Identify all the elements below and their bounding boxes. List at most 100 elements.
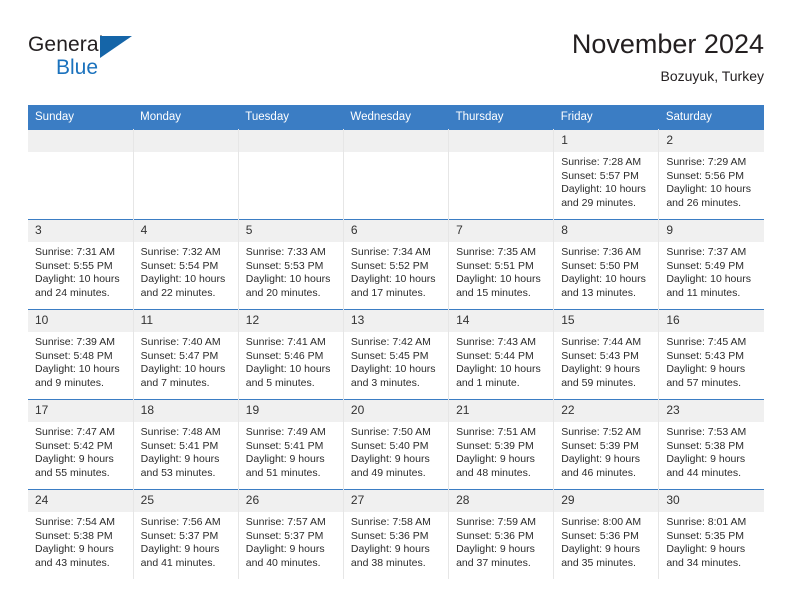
sunrise-text: Sunrise: 7:43 AM (456, 336, 537, 348)
sunset-text: Sunset: 5:37 PM (140, 529, 219, 542)
sunrise-text: Sunrise: 7:35 AM (456, 246, 537, 258)
weekday-header-friday: Friday (553, 105, 659, 130)
calendar-day-cell[interactable]: 5 Sunrise: 7:33 AM Sunset: 5:53 PM Daylight… (238, 219, 344, 310)
sunrise-text: Sunrise: 7:53 AM (666, 426, 747, 438)
calendar-day-cell[interactable]: 7 Sunrise: 7:35 AM Sunset: 5:51 PM Daylight… (448, 219, 555, 310)
sunset-text: Sunset: 5:45 PM (350, 349, 429, 362)
daylight-text: Daylight: 9 hours and 43 minutes. (35, 543, 114, 569)
calendar-day-cell[interactable]: 13 Sunrise: 7:42 AM Sunset: 5:45 PM Dayligh… (343, 309, 450, 400)
day-astronomy-info: Sunrise: 7:28 AM Sunset: 5:57 PM Daylight:… (554, 152, 658, 210)
day-astronomy-info: Sunrise: 7:49 AM Sunset: 5:41 PM Daylight:… (239, 422, 343, 480)
daylight-text: Daylight: 9 hours and 49 minutes. (350, 453, 430, 479)
calendar-week-row: 1 Sunrise: 7:28 AM Sunset: 5:57 PM Daylight… (28, 129, 764, 220)
sunset-text: Sunset: 5:41 PM (140, 439, 219, 452)
weekday-header-thursday: Thursday (448, 105, 554, 130)
sunset-text: Sunset: 5:41 PM (245, 439, 324, 452)
sunrise-text: Sunrise: 7:45 AM (666, 336, 747, 348)
calendar-day-cell[interactable]: 12 Sunrise: 7:41 AM Sunset: 5:46 PM Dayligh… (238, 309, 344, 400)
sunrise-text: Sunrise: 7:28 AM (561, 156, 642, 168)
daylight-text: Daylight: 9 hours and 51 minutes. (245, 453, 325, 479)
day-number: 26 (238, 490, 343, 512)
day-astronomy-info: Sunrise: 7:51 AM Sunset: 5:39 PM Daylight:… (449, 422, 553, 480)
sunset-text: Sunset: 5:35 PM (666, 529, 744, 542)
weekday-header-wednesday: Wednesday (343, 105, 449, 130)
calendar-day-cell[interactable]: 26 Sunrise: 7:57 AM Sunset: 5:37 PM Dayligh… (238, 489, 344, 579)
day-number: 10 (28, 310, 133, 332)
day-astronomy-info: Sunrise: 7:45 AM Sunset: 5:43 PM Daylight:… (659, 332, 764, 390)
calendar-day-cell[interactable]: 14 Sunrise: 7:43 AM Sunset: 5:44 PM Dayligh… (448, 309, 555, 400)
weekday-header-sunday: Sunday (28, 105, 134, 130)
calendar-day-cell[interactable]: 22 Sunrise: 7:52 AM Sunset: 5:39 PM Dayligh… (553, 399, 660, 490)
calendar-day-cell-empty (448, 129, 555, 220)
sunset-text: Sunset: 5:47 PM (140, 349, 219, 362)
calendar-day-cell[interactable]: 1 Sunrise: 7:28 AM Sunset: 5:57 PM Daylight… (553, 129, 660, 220)
sunset-text: Sunset: 5:49 PM (666, 259, 744, 272)
sunrise-text: Sunrise: 7:48 AM (140, 426, 221, 438)
day-astronomy-info: Sunrise: 7:58 AM Sunset: 5:36 PM Daylight:… (344, 512, 448, 570)
calendar-week-row: 17 Sunrise: 7:47 AM Sunset: 5:42 PM Dayligh… (28, 399, 764, 490)
sunrise-text: Sunrise: 7:33 AM (245, 246, 326, 258)
calendar-day-cell[interactable]: 30 Sunrise: 8:01 AM Sunset: 5:35 PM Dayligh… (658, 489, 764, 579)
sunrise-text: Sunrise: 7:44 AM (561, 336, 642, 348)
day-number: 7 (449, 220, 554, 242)
calendar-day-cell[interactable]: 18 Sunrise: 7:48 AM Sunset: 5:41 PM Dayligh… (133, 399, 239, 490)
calendar-day-cell[interactable]: 15 Sunrise: 7:44 AM Sunset: 5:43 PM Dayligh… (553, 309, 660, 400)
day-astronomy-info: Sunrise: 7:50 AM Sunset: 5:40 PM Daylight:… (344, 422, 448, 480)
day-number (28, 130, 133, 152)
calendar-day-cell[interactable]: 9 Sunrise: 7:37 AM Sunset: 5:49 PM Daylight… (658, 219, 764, 310)
day-astronomy-info: Sunrise: 7:41 AM Sunset: 5:46 PM Daylight:… (239, 332, 343, 390)
calendar-day-cell[interactable]: 3 Sunrise: 7:31 AM Sunset: 5:55 PM Daylight… (28, 219, 134, 310)
calendar-day-cell[interactable]: 24 Sunrise: 7:54 AM Sunset: 5:38 PM Dayligh… (28, 489, 134, 579)
calendar-day-cell[interactable]: 17 Sunrise: 7:47 AM Sunset: 5:42 PM Dayligh… (28, 399, 134, 490)
day-number (449, 130, 554, 152)
page-title: November 2024 (571, 29, 764, 59)
day-number: 20 (343, 400, 449, 422)
day-astronomy-info: Sunrise: 7:36 AM Sunset: 5:50 PM Daylight:… (554, 242, 658, 300)
daylight-text: Daylight: 10 hours and 1 minute. (456, 363, 541, 389)
daylight-text: Daylight: 10 hours and 17 minutes. (350, 273, 436, 299)
calendar-day-cell[interactable]: 19 Sunrise: 7:49 AM Sunset: 5:41 PM Dayligh… (238, 399, 344, 490)
day-astronomy-info: Sunrise: 8:01 AM Sunset: 5:35 PM Daylight:… (659, 512, 764, 570)
calendar-day-cell[interactable]: 21 Sunrise: 7:51 AM Sunset: 5:39 PM Dayligh… (448, 399, 555, 490)
title-block: November 2024 Bozuyuk, Turkey (572, 28, 764, 86)
calendar-day-cell[interactable]: 25 Sunrise: 7:56 AM Sunset: 5:37 PM Dayligh… (133, 489, 239, 579)
daylight-text: Daylight: 10 hours and 5 minutes. (245, 363, 331, 389)
calendar-day-cell[interactable]: 23 Sunrise: 7:53 AM Sunset: 5:38 PM Dayligh… (658, 399, 764, 490)
day-number: 19 (238, 400, 343, 422)
sunset-text: Sunset: 5:54 PM (140, 259, 219, 272)
weekday-header-saturday: Saturday (658, 105, 764, 130)
sunrise-text: Sunrise: 8:01 AM (666, 516, 747, 528)
sunset-text: Sunset: 5:53 PM (245, 259, 324, 272)
sunrise-text: Sunrise: 7:57 AM (245, 516, 326, 528)
calendar-day-cell[interactable]: 27 Sunrise: 7:58 AM Sunset: 5:36 PM Dayligh… (343, 489, 450, 579)
sunrise-text: Sunrise: 7:54 AM (35, 516, 115, 528)
calendar-day-cell[interactable]: 8 Sunrise: 7:36 AM Sunset: 5:50 PM Daylight… (553, 219, 660, 310)
sunrise-text: Sunrise: 7:58 AM (350, 516, 431, 528)
day-number (238, 130, 343, 152)
calendar-week-row: 24 Sunrise: 7:54 AM Sunset: 5:38 PM Dayligh… (28, 489, 764, 579)
day-astronomy-info: Sunrise: 7:56 AM Sunset: 5:37 PM Daylight:… (134, 512, 238, 570)
calendar-day-cell[interactable]: 11 Sunrise: 7:40 AM Sunset: 5:47 PM Dayligh… (133, 309, 239, 400)
calendar-day-cell[interactable]: 16 Sunrise: 7:45 AM Sunset: 5:43 PM Dayligh… (658, 309, 764, 400)
sunset-text: Sunset: 5:37 PM (245, 529, 324, 542)
day-astronomy-info: Sunrise: 7:37 AM Sunset: 5:49 PM Daylight:… (659, 242, 764, 300)
calendar-day-cell[interactable]: 29 Sunrise: 8:00 AM Sunset: 5:36 PM Dayligh… (553, 489, 660, 579)
sunset-text: Sunset: 5:46 PM (245, 349, 324, 362)
sunset-text: Sunset: 5:55 PM (35, 259, 113, 272)
day-astronomy-info: Sunrise: 7:57 AM Sunset: 5:37 PM Daylight:… (239, 512, 343, 570)
sunrise-text: Sunrise: 7:29 AM (666, 156, 747, 168)
calendar-day-cell[interactable]: 10 Sunrise: 7:39 AM Sunset: 5:48 PM Dayligh… (28, 309, 134, 400)
general-blue-logo[interactable]: General Blue (28, 34, 158, 90)
sunset-text: Sunset: 5:52 PM (350, 259, 429, 272)
day-astronomy-info: Sunrise: 7:35 AM Sunset: 5:51 PM Daylight:… (449, 242, 553, 300)
day-astronomy-info: Sunrise: 7:40 AM Sunset: 5:47 PM Daylight:… (134, 332, 238, 390)
calendar-day-cell[interactable]: 20 Sunrise: 7:50 AM Sunset: 5:40 PM Dayligh… (343, 399, 450, 490)
calendar-day-cell[interactable]: 2 Sunrise: 7:29 AM Sunset: 5:56 PM Daylight… (658, 129, 764, 220)
calendar-day-cell[interactable]: 4 Sunrise: 7:32 AM Sunset: 5:54 PM Daylight… (133, 219, 239, 310)
day-astronomy-info: Sunrise: 7:34 AM Sunset: 5:52 PM Daylight:… (344, 242, 448, 300)
brand-name-general: General (28, 33, 104, 56)
calendar-body: 1 Sunrise: 7:28 AM Sunset: 5:57 PM Daylight… (28, 129, 764, 579)
calendar-day-cell[interactable]: 6 Sunrise: 7:34 AM Sunset: 5:52 PM Daylight… (343, 219, 450, 310)
day-number: 13 (343, 310, 449, 332)
calendar-day-cell[interactable]: 28 Sunrise: 7:59 AM Sunset: 5:36 PM Dayligh… (448, 489, 555, 579)
